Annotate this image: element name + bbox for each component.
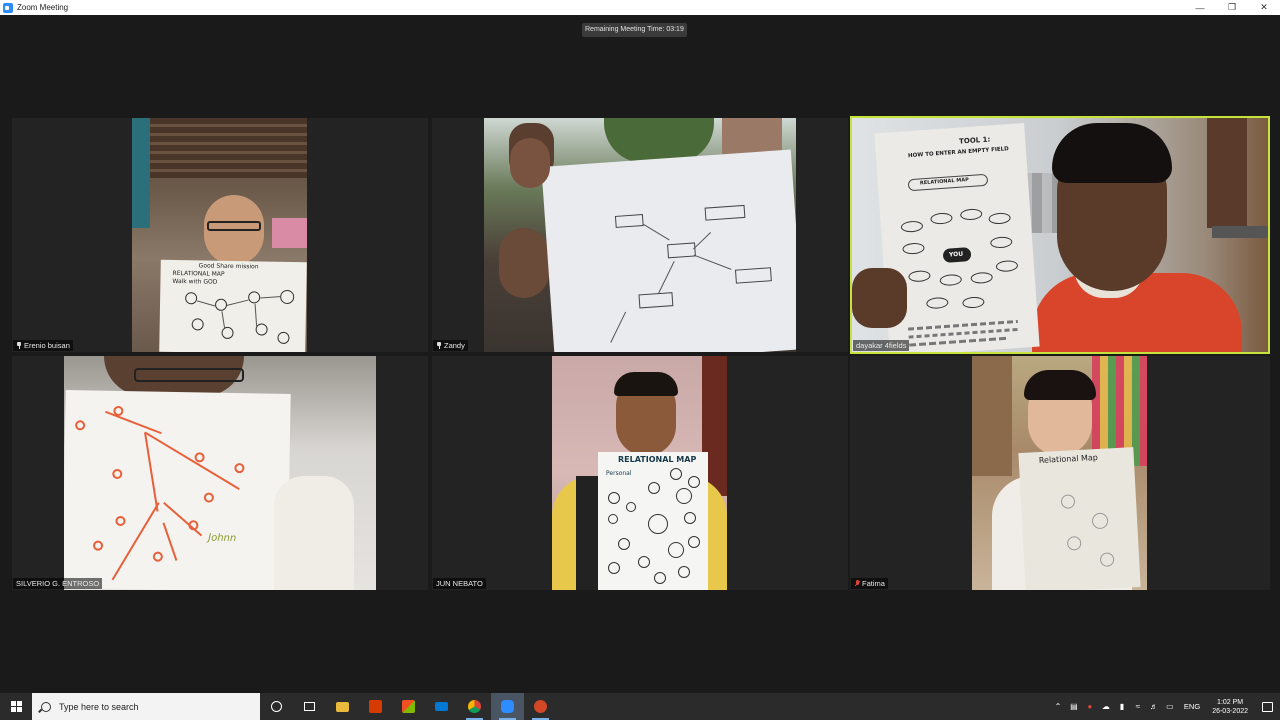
window-title: Zoom Meeting (17, 3, 69, 12)
taskbar-clock[interactable]: 1:02 PM 26-03-2022 (1212, 698, 1248, 716)
start-button[interactable] (0, 693, 32, 720)
video-tile-fatima[interactable]: Relational Map Fatima (850, 356, 1270, 590)
video-feed: Relational Map (972, 356, 1147, 590)
pin-icon (436, 342, 442, 349)
mail-icon[interactable] (425, 693, 458, 720)
handheld-paper: RELATIONAL MAP Personal (598, 452, 708, 590)
video-tile-dayakar[interactable]: TOOL 1: HOW TO ENTER AN EMPTY FIELD RELA… (850, 116, 1270, 354)
participant-name-tag: SILVERIO G. ENTROSO (13, 578, 103, 589)
video-tile-jun[interactable]: RELATIONAL MAP Personal JUN NEBATO (432, 356, 848, 590)
minimize-icon[interactable]: — (1184, 0, 1216, 15)
task-view-icon[interactable] (293, 693, 326, 720)
participant-name-tag: dayakar 4fields (853, 340, 910, 351)
restore-icon[interactable]: ❐ (1216, 0, 1248, 15)
clock-date: 26-03-2022 (1212, 707, 1248, 715)
system-tray: ⌃ ▤ ● ☁ ▮ ≈ ♬ ▭ ENG 1:02 PM 26-03-2022 (1050, 693, 1280, 720)
pin-icon (16, 342, 22, 349)
handheld-paper: Good Share mission RELATIONAL MAP Walk w… (159, 259, 307, 352)
clock-time: 1:02 PM (1217, 698, 1244, 706)
participant-name-tag: Zandy (433, 340, 468, 351)
search-placeholder: Type here to search (59, 701, 139, 712)
battery-icon[interactable]: ▭ (1162, 693, 1178, 720)
chrome-icon[interactable] (458, 693, 491, 720)
chevron-up-icon[interactable]: ⌃ (1050, 693, 1066, 720)
file-explorer-icon[interactable] (326, 693, 359, 720)
office-icon[interactable] (359, 693, 392, 720)
zoom-taskbar-icon[interactable] (491, 693, 524, 720)
microsoft-store-icon[interactable] (392, 693, 425, 720)
close-icon[interactable]: ✕ (1248, 0, 1280, 15)
video-tile-erenio[interactable]: Good Share mission RELATIONAL MAP Walk w… (12, 118, 428, 352)
volume-icon[interactable]: ♬ (1146, 693, 1162, 720)
handheld-paper: Johnn (64, 390, 291, 590)
mic-muted-icon (854, 580, 860, 587)
remaining-time-label: Remaining Meeting Time: 03:19 (582, 23, 687, 37)
cortana-icon[interactable] (260, 693, 293, 720)
taskbar: Type here to search ⌃ ▤ ● ☁ ▮ ≈ ♬ ▭ ENG … (0, 693, 1280, 720)
taskbar-search-box[interactable]: Type here to search (32, 693, 260, 720)
participant-name-tag: Erenio buisan (13, 340, 73, 351)
video-feed: TOOL 1: HOW TO ENTER AN EMPTY FIELD RELA… (852, 118, 1268, 352)
microphone-icon[interactable]: ▮ (1114, 693, 1130, 720)
onedrive-icon[interactable]: ☁ (1098, 693, 1114, 720)
window-controls: — ❐ ✕ (1184, 0, 1280, 15)
title-bar: Zoom Meeting — ❐ ✕ (0, 0, 1280, 15)
video-tile-silverio[interactable]: Johnn SILVERIO G. ENTROSO (12, 356, 428, 590)
zoom-app-icon (3, 2, 13, 13)
wifi-icon[interactable]: ≈ (1130, 693, 1146, 720)
participant-name-tag: JUN NEBATO (433, 578, 486, 589)
search-icon (41, 701, 51, 712)
video-feed (484, 118, 796, 352)
handheld-paper (541, 149, 796, 352)
video-tile-zandy[interactable]: Zandy (432, 118, 848, 352)
participant-name-tag: Fatima (851, 578, 888, 589)
windows-logo-icon (10, 701, 22, 712)
video-feed: Good Share mission RELATIONAL MAP Walk w… (132, 118, 307, 352)
powerpoint-icon[interactable] (524, 693, 557, 720)
handheld-paper: Relational Map (1018, 447, 1141, 590)
notification-center-icon[interactable] (1254, 693, 1280, 720)
language-indicator[interactable]: ENG (1184, 702, 1200, 711)
zoom-tray-icon[interactable]: ● (1082, 693, 1098, 720)
video-feed: RELATIONAL MAP Personal (552, 356, 727, 590)
device-icon[interactable]: ▤ (1066, 693, 1082, 720)
video-feed: Johnn (64, 356, 376, 590)
meeting-area: Remaining Meeting Time: 03:19 Good Share… (0, 15, 1280, 693)
